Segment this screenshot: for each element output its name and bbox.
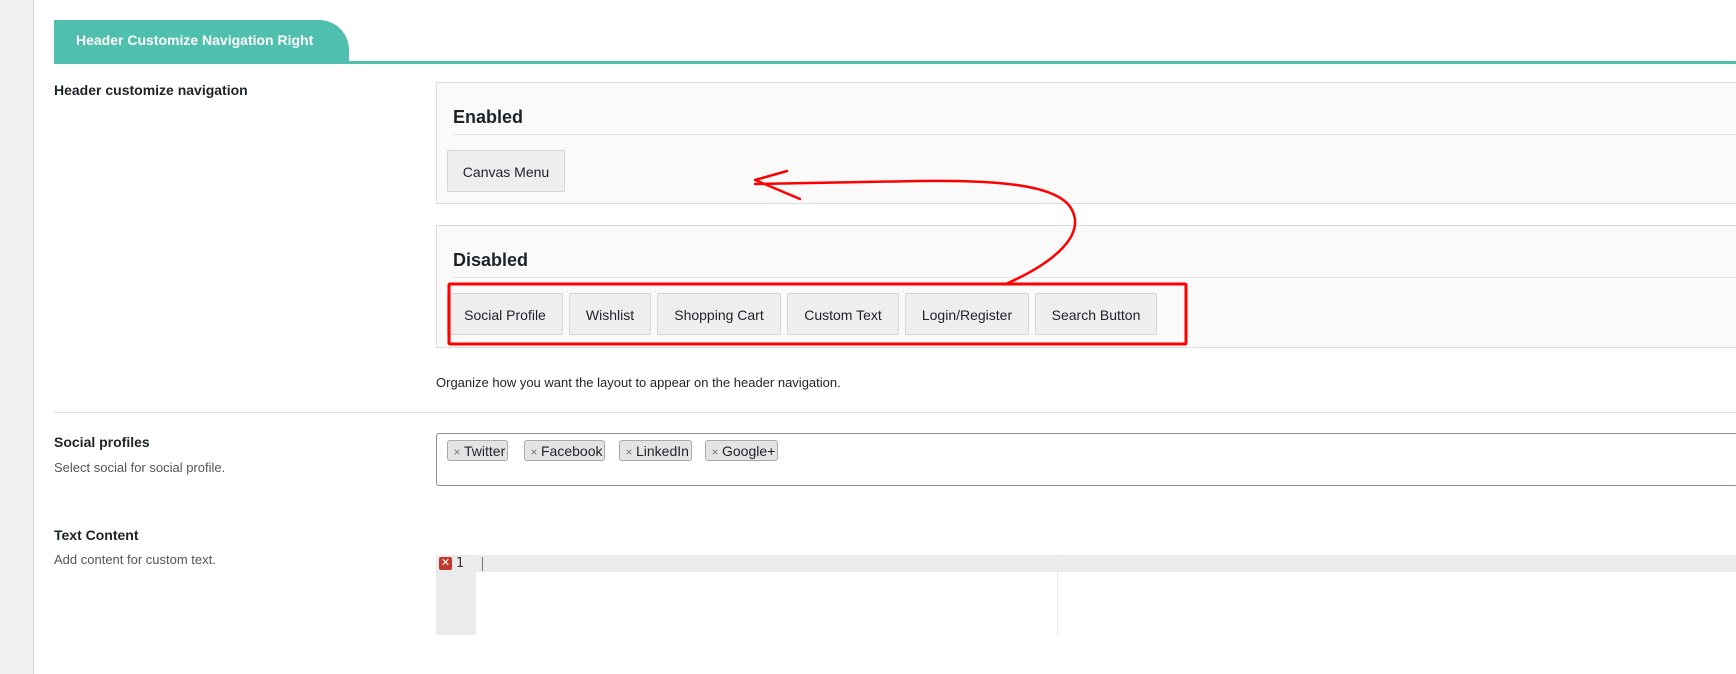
section-divider bbox=[54, 412, 1736, 413]
sortable-item-shopping-cart[interactable]: Shopping Cart bbox=[657, 293, 781, 335]
line-number: 1 bbox=[456, 556, 464, 571]
social-profiles-select[interactable]: × Twitter × Facebook × LinkedIn × Google+ bbox=[436, 433, 1736, 486]
code-editor[interactable]: ✕ 1 bbox=[436, 555, 1736, 635]
enabled-rule bbox=[453, 134, 1736, 135]
remove-token-icon[interactable]: × bbox=[525, 442, 541, 462]
enabled-box: Enabled Canvas Menu bbox=[436, 82, 1736, 204]
remove-token-icon[interactable]: × bbox=[448, 442, 464, 462]
social-profiles-description: Select social for social profile. bbox=[54, 460, 226, 475]
tab-bar: Header Customize Navigation Right bbox=[54, 20, 1736, 64]
print-margin bbox=[1057, 555, 1058, 635]
header-nav-description: Organize how you want the layout to appe… bbox=[436, 375, 841, 390]
disabled-box: Disabled Social Profile Wishlist Shoppin… bbox=[436, 225, 1736, 348]
token-label: LinkedIn bbox=[636, 443, 689, 459]
disabled-rule bbox=[453, 277, 1736, 278]
sortable-item-search-button[interactable]: Search Button bbox=[1035, 293, 1157, 335]
text-content-label: Text Content bbox=[54, 527, 139, 543]
token-twitter: × Twitter bbox=[447, 440, 509, 462]
token-linkedin: × LinkedIn bbox=[619, 440, 692, 461]
text-cursor bbox=[482, 557, 483, 571]
editor-active-line bbox=[476, 555, 1736, 572]
tab-header-customize-navigation-right[interactable]: Header Customize Navigation Right bbox=[54, 20, 349, 61]
sortable-item-social-profile[interactable]: Social Profile bbox=[447, 293, 563, 335]
token-google-plus: × Google+ bbox=[705, 440, 779, 462]
sortable-item-custom-text[interactable]: Custom Text bbox=[787, 293, 899, 335]
disabled-title: Disabled bbox=[453, 250, 529, 270]
header-nav-label: Header customize navigation bbox=[54, 82, 248, 98]
admin-sidebar-edge bbox=[0, 0, 34, 674]
token-label: Facebook bbox=[541, 443, 603, 459]
sortable-item-login-register[interactable]: Login/Register bbox=[905, 293, 1029, 335]
token-label: Twitter bbox=[464, 443, 506, 459]
remove-token-icon[interactable]: × bbox=[706, 442, 722, 462]
sortable-item-canvas-menu[interactable]: Canvas Menu bbox=[447, 150, 565, 192]
sortable-item-wishlist[interactable]: Wishlist bbox=[569, 293, 651, 335]
social-profiles-label: Social profiles bbox=[54, 434, 150, 450]
enabled-title: Enabled bbox=[453, 107, 524, 127]
token-facebook: × Facebook bbox=[524, 440, 606, 462]
error-icon: ✕ bbox=[439, 557, 452, 570]
token-label: Google+ bbox=[722, 443, 776, 459]
text-content-description: Add content for custom text. bbox=[54, 552, 216, 567]
remove-token-icon[interactable]: × bbox=[620, 442, 636, 462]
